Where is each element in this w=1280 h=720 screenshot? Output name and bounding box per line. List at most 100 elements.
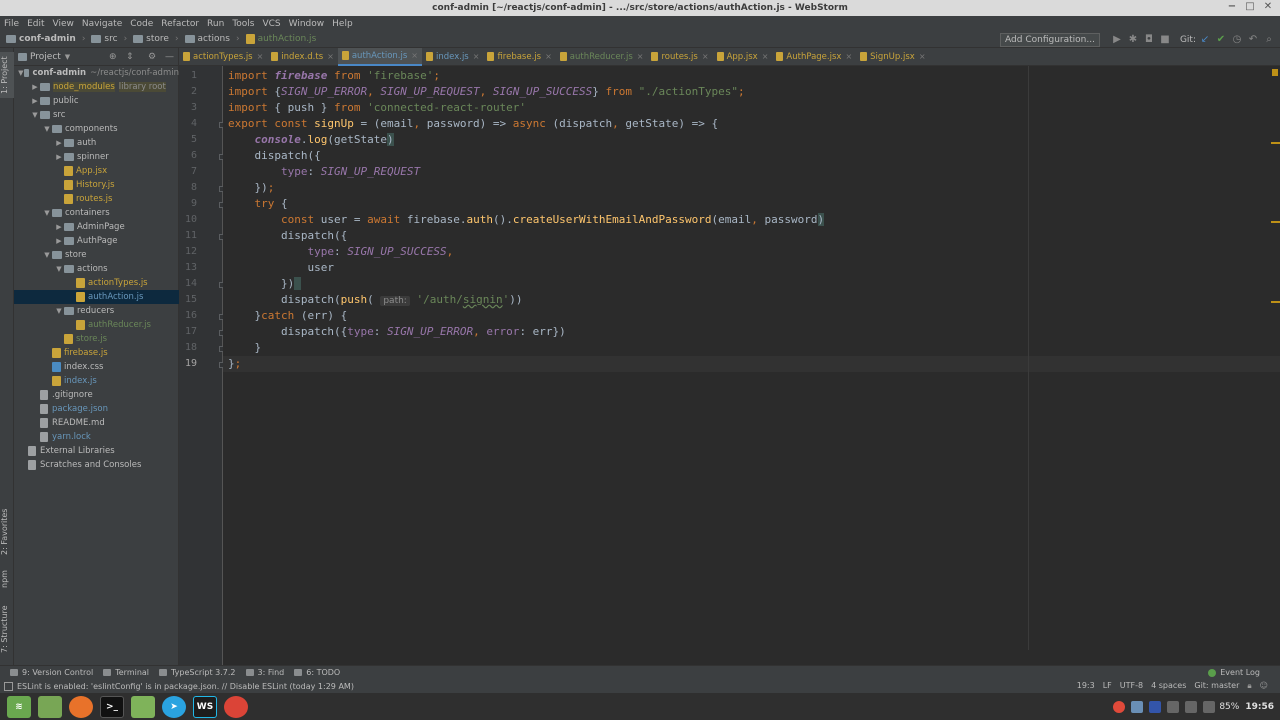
chevron-down-icon[interactable]: ▼ — [54, 265, 64, 273]
breadcrumb-item-store[interactable]: store — [133, 34, 169, 44]
warning-icon[interactable] — [1272, 69, 1278, 76]
clock[interactable]: 19:56 — [1245, 702, 1274, 712]
tree-item[interactable]: ▶ auth — [14, 136, 179, 150]
shield-icon[interactable] — [1131, 700, 1144, 713]
vcs-branch[interactable]: Git: master — [1194, 681, 1239, 691]
bottom-tool-button[interactable]: Terminal — [103, 668, 149, 677]
editor-tab[interactable]: firebase.js × — [483, 48, 555, 66]
chevron-down-icon[interactable]: ▼ — [65, 53, 70, 61]
menu-refactor[interactable]: Refactor — [161, 19, 199, 29]
close-tab-icon[interactable]: × — [257, 52, 264, 61]
tree-item[interactable]: History.js — [14, 178, 179, 192]
tree-item[interactable]: ▼ src — [14, 108, 179, 122]
editor-tab[interactable]: AuthPage.jsx × — [772, 48, 856, 66]
coverage-icon[interactable]: ◘ — [1142, 34, 1156, 45]
chevron-right-icon[interactable]: ▶ — [30, 83, 40, 91]
git-history-icon[interactable]: ◷ — [1230, 34, 1244, 45]
close-tab-icon[interactable]: × — [411, 51, 418, 60]
structure-tool-window-button[interactable]: 7: Structure — [0, 604, 14, 654]
chevron-right-icon[interactable]: ▶ — [54, 223, 64, 231]
menu-edit[interactable]: Edit — [27, 19, 44, 29]
gear-icon[interactable]: ⚙ — [148, 52, 156, 62]
chrome-icon[interactable] — [224, 695, 248, 718]
webstorm-icon[interactable]: WS — [193, 695, 217, 718]
tree-item[interactable]: .gitignore — [14, 388, 179, 402]
close-tab-icon[interactable]: × — [702, 52, 709, 61]
code-line[interactable]: }); — [228, 180, 274, 196]
tree-item[interactable]: routes.js — [14, 192, 179, 206]
hide-panel-icon[interactable]: — — [165, 52, 174, 62]
file-encoding[interactable]: UTF-8 — [1120, 681, 1143, 691]
close-tab-icon[interactable]: × — [473, 52, 480, 61]
chevron-down-icon[interactable]: ▼ — [42, 251, 52, 259]
battery-icon[interactable] — [1203, 700, 1216, 713]
folder-icon[interactable] — [131, 695, 155, 718]
close-icon[interactable]: ✕ — [1260, 1, 1276, 12]
close-tab-icon[interactable]: × — [545, 52, 552, 61]
bottom-tool-button[interactable]: 3: Find — [245, 668, 284, 677]
locate-file-icon[interactable]: ⊕ — [109, 52, 117, 62]
lock-icon[interactable]: 🔒︎ — [1247, 681, 1251, 691]
chevron-down-icon[interactable]: ▼ — [30, 111, 40, 119]
music-icon[interactable] — [1185, 700, 1198, 713]
tree-item[interactable]: ▼ store — [14, 248, 179, 262]
tree-item[interactable]: External Libraries — [14, 444, 179, 458]
code-line[interactable]: user — [228, 260, 334, 276]
code-line[interactable]: import { push } from 'connected-react-ro… — [228, 100, 526, 116]
chevron-right-icon[interactable]: ▶ — [54, 153, 64, 161]
code-line[interactable]: dispatch(push( path: '/auth/signin')) — [228, 292, 522, 308]
tree-item[interactable]: ▶ public — [14, 94, 179, 108]
breadcrumb-item-actions[interactable]: actions — [184, 34, 230, 44]
editor-tab[interactable]: index.js × — [422, 48, 483, 66]
chevron-down-icon[interactable]: ▼ — [42, 125, 52, 133]
bottom-tool-button[interactable]: 9: Version Control — [10, 668, 93, 677]
keyboard-layout-icon[interactable] — [1149, 700, 1162, 713]
maximize-icon[interactable]: □ — [1242, 1, 1258, 12]
code-line[interactable]: dispatch({ — [228, 148, 320, 164]
tree-item[interactable]: ▶ node_modules library root — [14, 80, 179, 94]
close-tab-icon[interactable]: × — [845, 52, 852, 61]
stop-icon[interactable]: ■ — [1158, 34, 1172, 45]
code-line[interactable]: type: SIGN_UP_SUCCESS, — [228, 244, 453, 260]
menu-icon[interactable]: ≋ — [7, 695, 31, 718]
tree-item[interactable]: firebase.js — [14, 346, 179, 360]
code-line[interactable]: import {SIGN_UP_ERROR, SIGN_UP_REQUEST, … — [228, 84, 745, 100]
tree-item[interactable]: ▼ actions — [14, 262, 179, 276]
favorites-tool-window-button[interactable]: 2: Favorites — [0, 506, 14, 558]
menu-file[interactable]: File — [4, 19, 19, 29]
code-line[interactable]: } — [228, 340, 261, 356]
tree-item[interactable]: authAction.js — [14, 290, 179, 304]
editor-tab[interactable]: App.jsx × — [713, 48, 773, 66]
update-icon[interactable] — [1113, 700, 1126, 713]
editor-tab[interactable]: index.d.ts × — [267, 48, 338, 66]
run-icon[interactable]: ▶ — [1110, 34, 1124, 45]
tree-item[interactable]: ▶ AdminPage — [14, 220, 179, 234]
editor-tab[interactable]: routes.js × — [647, 48, 712, 66]
tree-item[interactable]: ▼ components — [14, 122, 179, 136]
status-message[interactable]: ESLint is enabled: 'eslintConfig' is in … — [17, 682, 354, 691]
git-commit-icon[interactable]: ✔ — [1214, 34, 1228, 45]
tree-item[interactable]: store.js — [14, 332, 179, 346]
menu-view[interactable]: View — [53, 19, 74, 29]
git-update-icon[interactable]: ↙ — [1198, 34, 1212, 45]
menu-window[interactable]: Window — [289, 19, 325, 29]
code-line[interactable]: dispatch({ — [228, 228, 347, 244]
files-icon[interactable] — [38, 695, 62, 718]
chevron-right-icon[interactable]: ▶ — [30, 97, 40, 105]
tree-item[interactable]: ▶ AuthPage — [14, 234, 179, 248]
code-line[interactable]: }; — [228, 356, 241, 372]
search-everywhere-icon[interactable]: ⌕ — [1262, 34, 1276, 45]
code-line[interactable]: try { — [228, 196, 288, 212]
wifi-icon[interactable] — [1167, 700, 1180, 713]
code-line[interactable]: console.log(getState) — [228, 132, 394, 148]
inspection-icon[interactable]: ☺ — [1260, 681, 1268, 691]
collapse-all-icon[interactable]: ⇕ — [126, 52, 134, 62]
close-tab-icon[interactable]: × — [919, 52, 926, 61]
chevron-down-icon[interactable]: ▼ — [18, 69, 24, 77]
event-log-button[interactable]: Event Log — [1208, 668, 1260, 677]
editor-tab[interactable]: SignUp.jsx × — [856, 48, 929, 66]
breadcrumb-item-conf-admin[interactable]: conf-admin — [6, 34, 76, 44]
indent-setting[interactable]: 4 spaces — [1151, 681, 1186, 691]
editor-tab[interactable]: actionTypes.js × — [179, 48, 267, 66]
error-stripe-mark[interactable] — [1271, 301, 1280, 303]
